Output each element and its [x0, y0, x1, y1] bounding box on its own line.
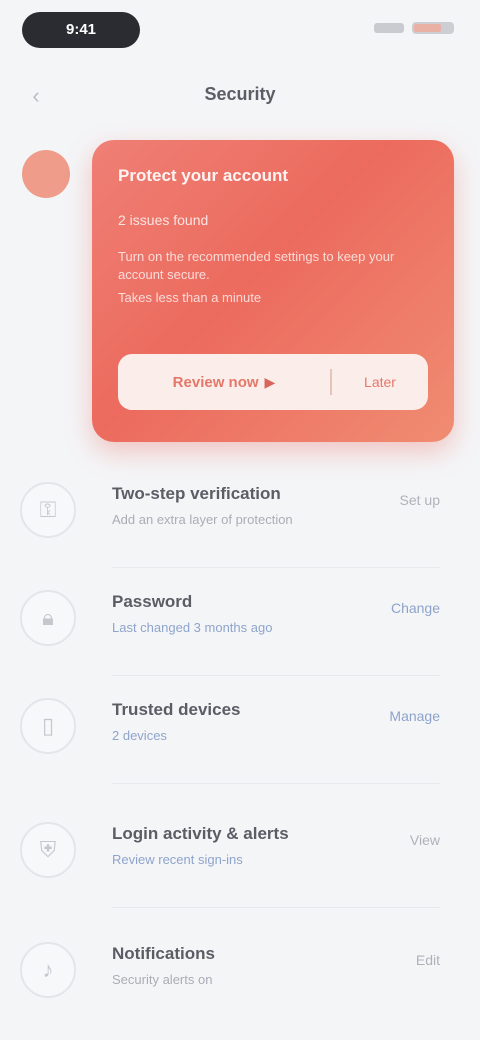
item-action[interactable]: Edit [416, 952, 440, 968]
status-bar: 9:41 [0, 0, 480, 64]
item-title: Trusted devices [112, 700, 241, 719]
list-item[interactable]: ⚿ Two-step verification Add an extra lay… [0, 460, 480, 568]
shield-icon: ⛨ [20, 822, 76, 878]
item-action[interactable]: Manage [389, 708, 440, 724]
divider [112, 783, 440, 784]
review-now-label: Review now [172, 373, 259, 391]
arrow-right-icon: ▶ [264, 373, 276, 390]
battery-fill [414, 24, 441, 32]
item-title: Password [112, 592, 193, 611]
status-time: 9:41 [22, 12, 140, 48]
page-title: Security [204, 84, 276, 104]
item-description: 2 devices [112, 728, 167, 743]
promo-heading: Protect your account [118, 166, 289, 185]
review-now-button[interactable]: Review now ▶ [118, 354, 330, 410]
alert-indicator [22, 150, 70, 198]
item-title: Two-step verification [112, 484, 281, 503]
battery-icon [412, 22, 454, 34]
key-icon: ⚿ [20, 482, 76, 538]
list-item[interactable]: ▯ Trusted devices 2 devices Manage [0, 676, 480, 784]
later-button[interactable]: Later [332, 354, 428, 410]
item-action[interactable]: Set up [400, 492, 440, 508]
item-title: Notifications [112, 944, 215, 963]
list-item[interactable]: ♪ Notifications Security alerts on Edit [0, 920, 480, 1028]
promo-note: Takes less than a minute [118, 290, 262, 305]
item-action[interactable]: View [410, 832, 440, 848]
promo-subheading: 2 issues found [118, 212, 209, 228]
list-item[interactable]: 🔒︎ Password Last changed 3 months ago Ch… [0, 568, 480, 676]
item-description: Review recent sign-ins [112, 852, 243, 867]
status-icons [374, 22, 454, 34]
item-title: Login activity & alerts [112, 824, 289, 843]
phone-icon: ▯ [20, 698, 76, 754]
header: ‹ Security [0, 72, 480, 120]
promo-card: Protect your account 2 issues found Turn… [92, 140, 454, 442]
item-description: Last changed 3 months ago [112, 620, 273, 635]
lock-icon: 🔒︎ [20, 590, 76, 646]
list-item[interactable]: ⛨ Login activity & alerts Review recent … [0, 800, 480, 908]
promo-description: Turn on the recommended settings to keep… [118, 249, 395, 282]
signal-icon [374, 23, 404, 33]
promo-actions: Review now ▶ Later [118, 354, 428, 410]
item-action[interactable]: Change [391, 600, 440, 616]
item-description: Security alerts on [112, 972, 213, 987]
bell-icon: ♪ [20, 942, 76, 998]
item-description: Add an extra layer of protection [112, 512, 293, 527]
divider [112, 907, 440, 908]
